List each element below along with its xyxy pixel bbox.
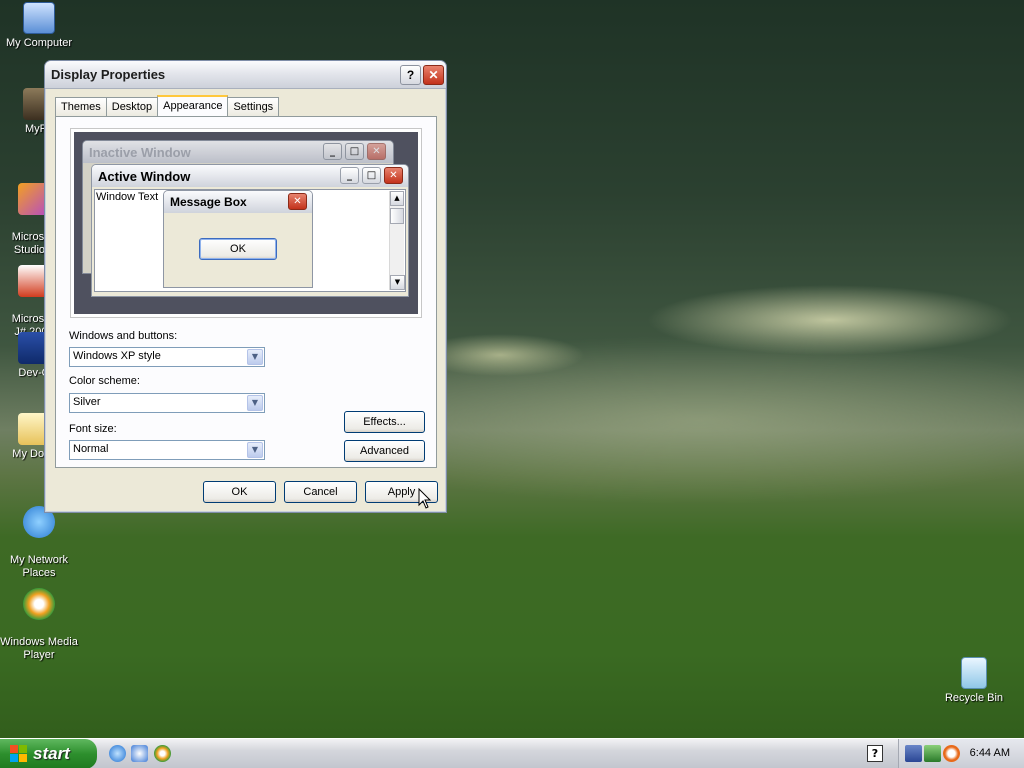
desktop-icon-recycle-bin[interactable]: Recycle Bin: [935, 657, 1013, 705]
preview-active-minimize-icon: _: [340, 167, 359, 184]
system-tray: 6:44 AM: [898, 739, 1024, 768]
color-scheme-label: Color scheme:: [69, 375, 140, 387]
preview-minimize-icon: _: [323, 143, 342, 160]
color-scheme-select[interactable]: Silver ▼: [69, 393, 265, 413]
ok-button[interactable]: OK: [203, 481, 276, 503]
preview-desktop: Inactive Window _ □ ✕ Active Window _ □ …: [74, 132, 418, 314]
taskbar-help-icon[interactable]: ?: [867, 745, 883, 762]
windows-buttons-select[interactable]: Windows XP style ▼: [69, 347, 265, 367]
message-box-ok-button: OK: [199, 238, 277, 260]
internet-explorer-icon[interactable]: [109, 745, 126, 762]
tab-appearance[interactable]: Appearance: [157, 95, 229, 116]
tab-settings[interactable]: Settings: [227, 97, 280, 116]
chevron-down-icon[interactable]: ▼: [247, 395, 263, 411]
message-box-title: Message Box: [170, 195, 247, 209]
preview-scrollbar: ▲ ▼: [389, 191, 405, 290]
chevron-down-icon[interactable]: ▼: [247, 442, 263, 458]
start-button[interactable]: start: [0, 739, 97, 768]
preview-maximize-icon: □: [345, 143, 364, 160]
cancel-button[interactable]: Cancel: [284, 481, 357, 503]
display-properties-dialog: Display Properties ? ✕ Themes Desktop Ap…: [44, 60, 447, 513]
clock[interactable]: 6:44 AM: [970, 747, 1010, 759]
color-scheme-value: Silver: [73, 396, 101, 408]
desktop-icon-label: Windows Media Player: [0, 636, 78, 661]
preview-inactive-titlebar: Inactive Window _ □ ✕: [83, 141, 393, 163]
message-box-titlebar: Message Box ✕: [164, 191, 312, 213]
my-computer-icon: [23, 2, 55, 34]
font-size-label: Font size:: [69, 423, 117, 435]
help-button[interactable]: ?: [400, 65, 421, 85]
preview-message-box: Message Box ✕ OK: [163, 190, 313, 288]
outlook-express-icon[interactable]: [131, 745, 148, 762]
windows-logo-icon: [10, 745, 27, 762]
desktop-icon-my-computer[interactable]: My Computer: [0, 2, 78, 50]
close-button[interactable]: ✕: [423, 65, 444, 85]
preview-close-icon: ✕: [367, 143, 386, 160]
tab-desktop[interactable]: Desktop: [105, 97, 159, 116]
security-tray-icon[interactable]: [924, 745, 941, 762]
appearance-preview: Inactive Window _ □ ✕ Active Window _ □ …: [70, 128, 422, 318]
media-player-icon: [23, 588, 55, 620]
chevron-down-icon[interactable]: ▼: [247, 349, 263, 365]
font-size-select[interactable]: Normal ▼: [69, 440, 265, 460]
desktop-icon-label: My Computer: [5, 37, 73, 49]
search-tray-icon[interactable]: [943, 745, 960, 762]
recycle-bin-icon: [961, 657, 987, 689]
media-player-quicklaunch-icon[interactable]: [154, 745, 171, 762]
preview-active-title: Active Window: [98, 169, 191, 184]
preview-inactive-title: Inactive Window: [89, 145, 191, 160]
font-size-value: Normal: [73, 443, 109, 455]
dialog-titlebar[interactable]: Display Properties ? ✕: [45, 61, 446, 89]
windows-buttons-label: Windows and buttons:: [69, 330, 178, 342]
preview-active-titlebar: Active Window _ □ ✕: [92, 165, 408, 187]
desktop-icon-windows-media-player[interactable]: Windows Media Player: [0, 575, 78, 675]
preview-active-close-icon: ✕: [384, 167, 403, 184]
dialog-title: Display Properties: [51, 67, 166, 82]
scroll-up-icon: ▲: [390, 191, 404, 206]
network-tray-icon[interactable]: [905, 745, 922, 762]
desktop-icon-label: Recycle Bin: [944, 692, 1004, 704]
message-box-close-icon: ✕: [288, 193, 307, 210]
windows-buttons-value: Windows XP style: [73, 350, 161, 362]
scroll-thumb: [390, 208, 404, 224]
mouse-cursor-icon: [418, 488, 432, 509]
start-label: start: [33, 744, 70, 763]
preview-active-maximize-icon: □: [362, 167, 381, 184]
appearance-panel: Inactive Window _ □ ✕ Active Window _ □ …: [55, 116, 437, 468]
advanced-button[interactable]: Advanced: [344, 440, 425, 462]
effects-button[interactable]: Effects...: [344, 411, 425, 433]
taskbar: start ? 6:44 AM: [0, 738, 1024, 768]
scroll-down-icon: ▼: [390, 275, 405, 290]
tab-themes[interactable]: Themes: [55, 97, 107, 116]
preview-window-text: Window Text: [96, 191, 159, 203]
tab-strip: Themes Desktop Appearance Settings: [55, 95, 280, 116]
